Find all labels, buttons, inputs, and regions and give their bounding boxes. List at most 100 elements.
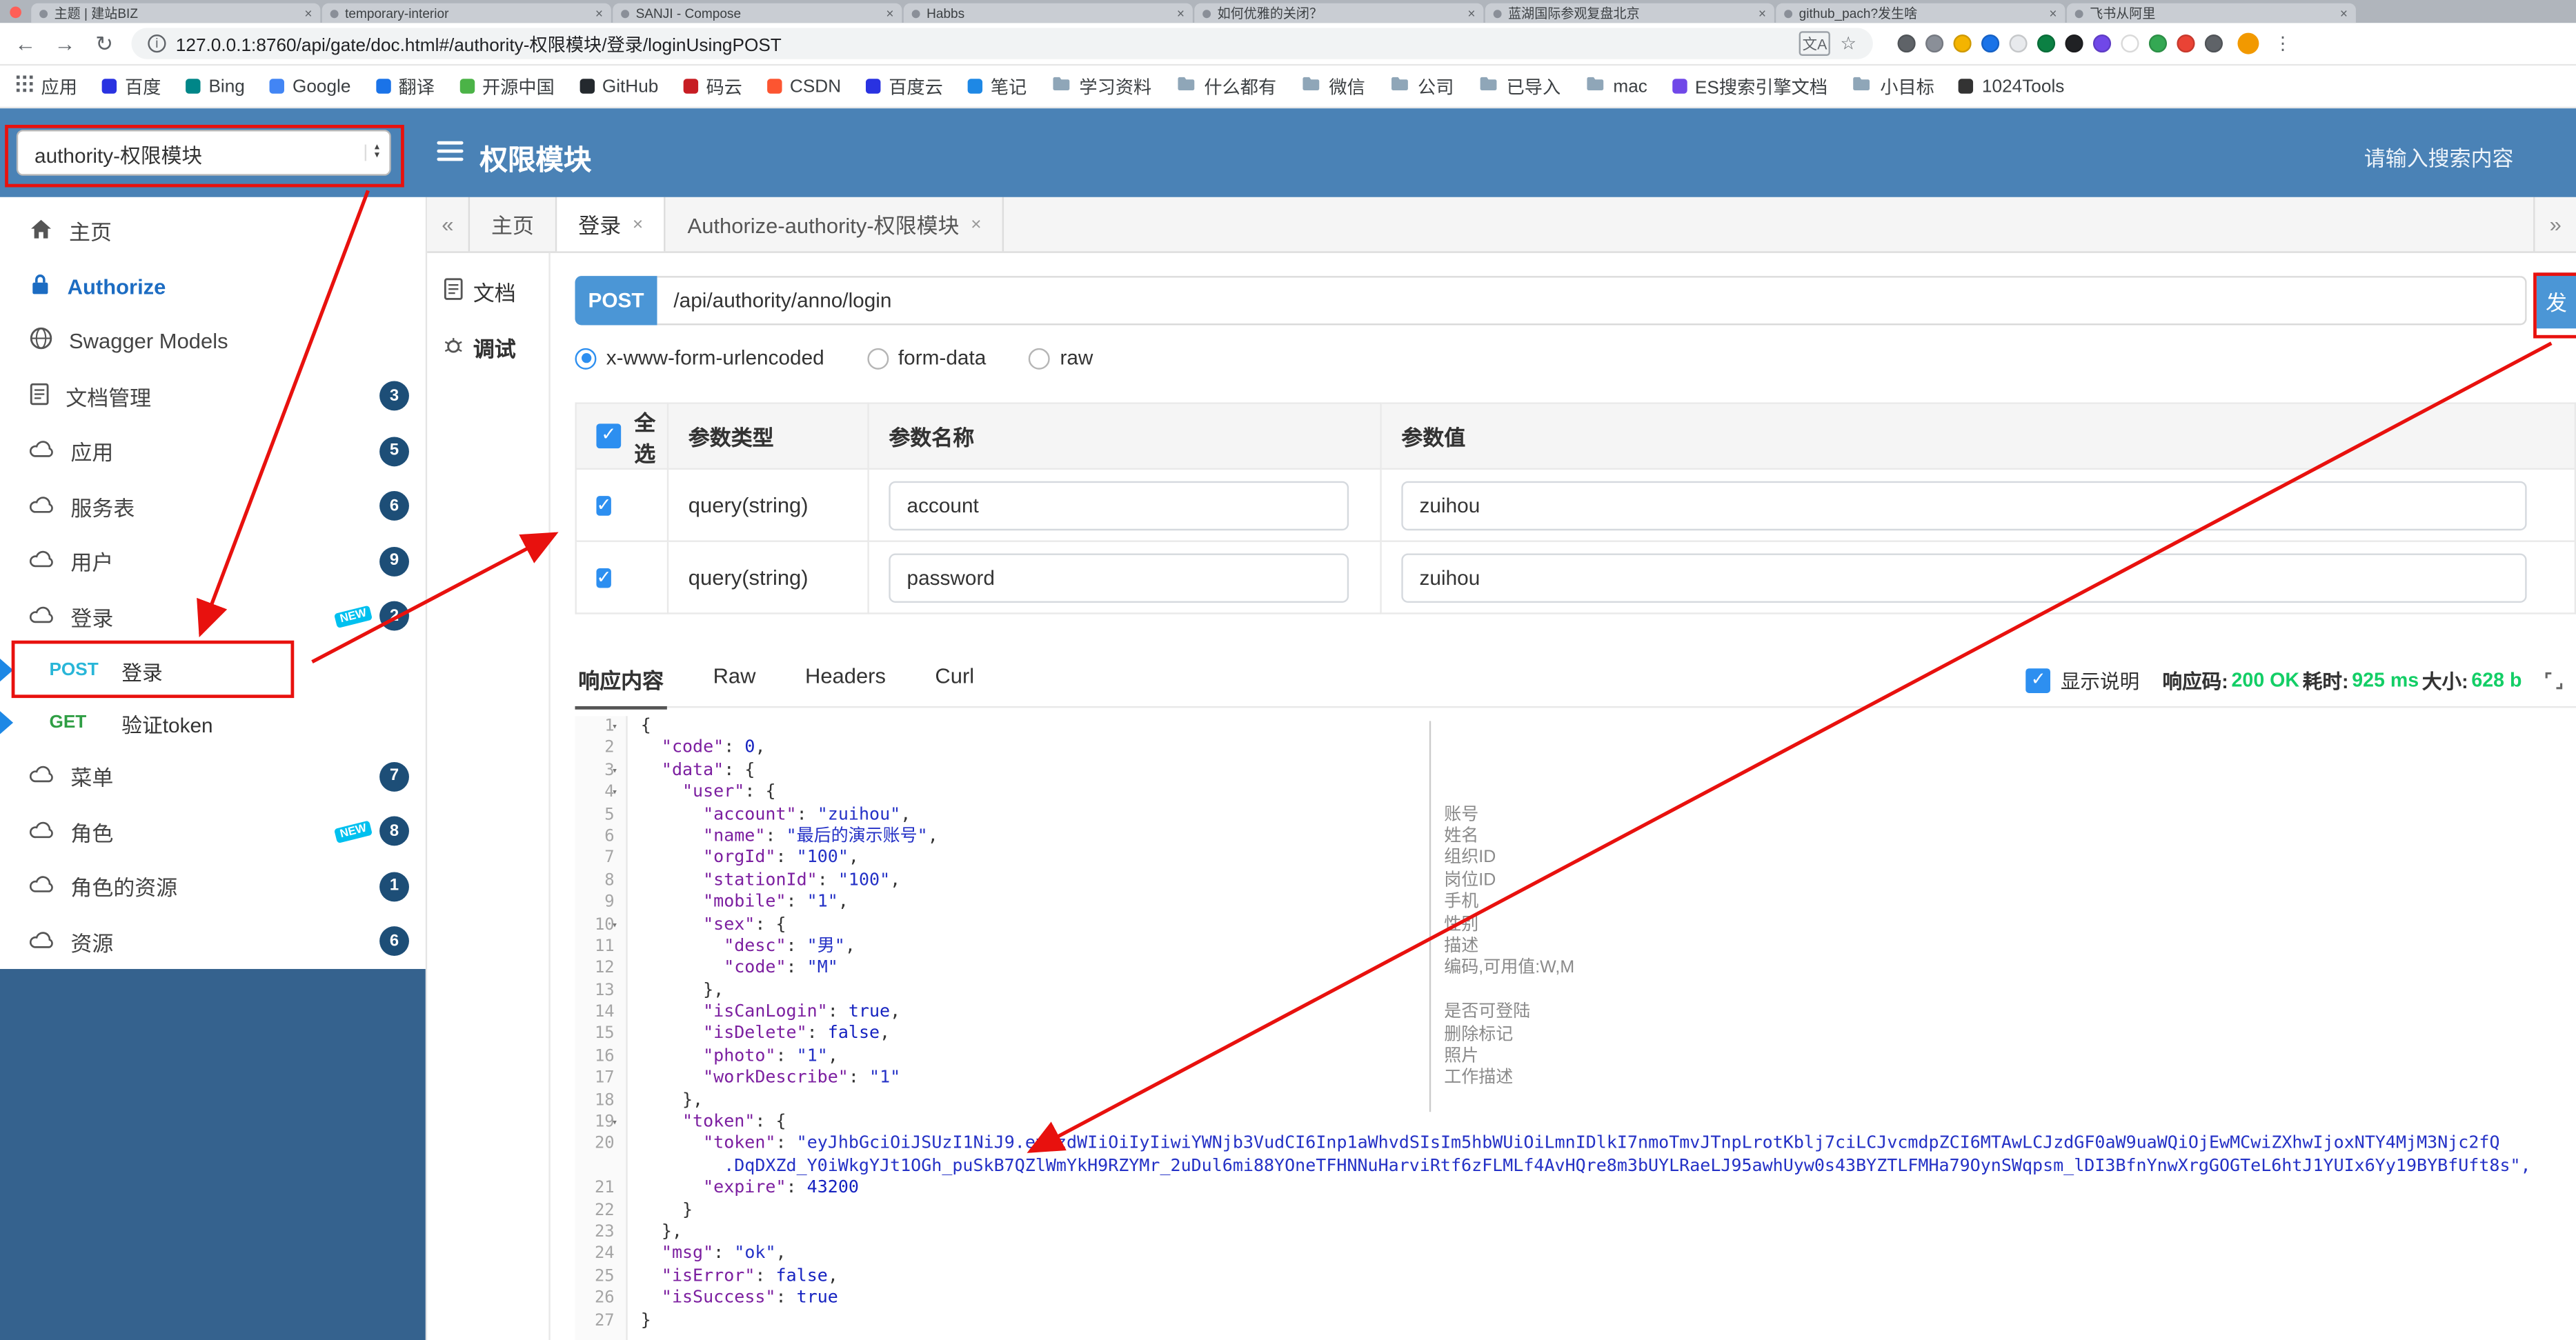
api-group-select[interactable]: authority-权限模块 ▴ ▾ xyxy=(16,130,391,176)
param-value-input[interactable] xyxy=(1401,552,2528,602)
bookmark-item[interactable]: Bing xyxy=(186,77,245,96)
select-all-checkbox[interactable]: ✓ xyxy=(596,423,622,449)
browser-tab[interactable]: 飞书从阿里 × xyxy=(2066,3,2356,23)
bookmark-item[interactable]: CSDN xyxy=(766,77,841,96)
extension-icon[interactable] xyxy=(2037,34,2056,53)
bookmark-item[interactable]: mac xyxy=(1585,76,1647,97)
fold-icon[interactable]: ▾ xyxy=(612,782,618,804)
sidebar-item-menu[interactable]: 菜单 7 xyxy=(0,749,426,804)
bookmark-item[interactable]: 应用 xyxy=(16,73,77,99)
extension-icon[interactable] xyxy=(2009,34,2028,53)
url-text[interactable]: 127.0.0.1:8760/api/gate/doc.html#/author… xyxy=(176,30,1790,57)
bookmark-item[interactable]: 码云 xyxy=(683,73,742,99)
response-tab[interactable]: 响应内容 xyxy=(575,651,667,709)
sidebar-item-resource[interactable]: 资源 6 xyxy=(0,914,426,969)
bookmark-item[interactable]: 开源中国 xyxy=(459,73,555,99)
browser-tab[interactable]: 主题 | 建站BIZ × xyxy=(31,3,321,23)
traffic-light-close-icon[interactable] xyxy=(10,6,21,19)
response-tab[interactable]: Headers xyxy=(802,651,889,708)
browser-tab[interactable]: github_pach?发生啥 × xyxy=(1776,3,2065,23)
close-tab-icon[interactable]: × xyxy=(1467,6,1475,20)
extension-icon[interactable] xyxy=(2092,34,2112,53)
bookmark-item[interactable]: 已导入 xyxy=(1478,73,1561,99)
param-value-input[interactable] xyxy=(1401,480,2528,530)
search-input[interactable]: 请输入搜索内容 xyxy=(2364,141,2514,172)
bookmark-item[interactable]: 学习资料 xyxy=(1051,73,1151,99)
close-tab-icon[interactable]: × xyxy=(1177,6,1185,20)
doc-tab[interactable]: 登录 × xyxy=(557,197,666,252)
browser-menu-icon[interactable]: ⋮ xyxy=(2274,33,2292,54)
close-tab-icon[interactable]: × xyxy=(595,6,603,20)
fold-icon[interactable]: ▾ xyxy=(612,716,618,738)
extension-icon[interactable] xyxy=(2204,34,2223,53)
bookmark-item[interactable]: ES搜索引擎文档 xyxy=(1672,73,1827,99)
mode-nav-doc[interactable]: 文档 xyxy=(427,263,548,319)
extension-icon[interactable] xyxy=(1953,34,1972,53)
extension-icon[interactable] xyxy=(2065,34,2083,53)
reload-icon[interactable]: ↻ xyxy=(92,30,117,57)
param-name-input[interactable] xyxy=(889,552,1349,602)
sidebar-item-service[interactable]: 服务表 6 xyxy=(0,479,426,534)
content-type-option[interactable]: raw xyxy=(1029,346,1093,370)
browser-tab[interactable]: 如何优雅的关闭？ × xyxy=(1194,3,1484,23)
request-url-field[interactable]: /api/authority/anno/login xyxy=(657,276,2527,326)
bookmark-item[interactable]: 1024Tools xyxy=(1959,77,2064,96)
extension-icon[interactable] xyxy=(2121,34,2139,53)
extension-icon[interactable] xyxy=(1897,34,1916,53)
content-type-option[interactable]: x-www-form-urlencoded xyxy=(575,346,824,370)
site-info-icon[interactable]: i xyxy=(148,34,166,53)
row-checkbox[interactable]: ✓ xyxy=(596,568,611,588)
translate-icon[interactable]: 文A xyxy=(1799,31,1831,56)
response-tab[interactable]: Curl xyxy=(932,651,978,708)
bookmark-item[interactable]: 什么都有 xyxy=(1176,73,1276,99)
sidebar-item-app[interactable]: 应用 5 xyxy=(0,423,426,479)
close-tab-icon[interactable]: × xyxy=(2049,6,2057,20)
param-name-input[interactable] xyxy=(889,480,1349,530)
doc-tab[interactable]: Authorize-authority-权限模块 × xyxy=(666,197,1004,252)
tabs-scroll-left-icon[interactable]: « xyxy=(427,197,470,252)
response-tab[interactable]: Raw xyxy=(710,651,759,708)
sidebar-item-authorize[interactable]: Authorize xyxy=(0,259,426,314)
row-checkbox[interactable]: ✓ xyxy=(596,496,611,516)
extension-icon[interactable] xyxy=(2177,34,2195,53)
browser-tab[interactable]: SANJI - Compose × xyxy=(613,3,902,23)
close-tab-icon[interactable]: × xyxy=(971,214,981,234)
sidebar-item-swagger-models[interactable]: Swagger Models xyxy=(0,314,426,369)
show-description-toggle[interactable]: ✓ 显示说明 xyxy=(2025,666,2139,694)
sidebar-item-home[interactable]: 主页 xyxy=(0,203,426,259)
url-bar[interactable]: i 127.0.0.1:8760/api/gate/doc.html#/auth… xyxy=(131,28,1873,59)
close-tab-icon[interactable]: × xyxy=(886,6,893,20)
forward-icon[interactable]: → xyxy=(52,31,77,56)
close-tab-icon[interactable]: × xyxy=(633,214,643,234)
bookmark-item[interactable]: 百度云 xyxy=(865,73,943,99)
extension-icon[interactable] xyxy=(1981,34,2000,53)
hamburger-icon[interactable] xyxy=(437,141,464,166)
bookmark-item[interactable]: 小目标 xyxy=(1852,73,1934,99)
sidebar-api-get-login[interactable]: GET 验证token xyxy=(0,697,426,749)
bookmark-item[interactable]: GitHub xyxy=(579,77,658,96)
sidebar-item-user[interactable]: 用户 9 xyxy=(0,534,426,589)
back-icon[interactable]: ← xyxy=(13,31,38,56)
content-type-option[interactable]: form-data xyxy=(866,346,986,370)
bookmark-item[interactable]: 微信 xyxy=(1301,73,1365,99)
close-tab-icon[interactable]: × xyxy=(304,6,312,20)
close-tab-icon[interactable]: × xyxy=(1758,6,1766,20)
tabs-scroll-right-icon[interactable]: » xyxy=(2533,197,2576,252)
doc-tab[interactable]: 主页 xyxy=(470,197,557,252)
bookmark-item[interactable]: 翻译 xyxy=(375,73,435,99)
extension-icon[interactable] xyxy=(2148,34,2168,53)
bookmark-item[interactable]: 百度 xyxy=(101,73,161,99)
bookmark-star-icon[interactable]: ☆ xyxy=(1840,33,1856,54)
profile-avatar[interactable] xyxy=(2237,32,2259,54)
sidebar-item-role[interactable]: 角色 NEW 8 xyxy=(0,804,426,859)
extension-icon[interactable] xyxy=(1925,34,1944,53)
radio-selected-icon[interactable] xyxy=(575,347,597,369)
close-tab-icon[interactable]: × xyxy=(2340,6,2348,20)
fold-icon[interactable]: ▾ xyxy=(612,1112,618,1134)
fold-icon[interactable]: ▾ xyxy=(612,760,618,782)
bookmark-item[interactable]: 笔记 xyxy=(967,73,1027,99)
sidebar-api-post-login[interactable]: POST 登录 xyxy=(0,644,426,697)
mode-nav-debug[interactable]: 调试 xyxy=(427,319,548,374)
sidebar-item-login[interactable]: 登录 NEW 2 xyxy=(0,589,426,644)
radio-icon[interactable] xyxy=(1029,347,1051,369)
